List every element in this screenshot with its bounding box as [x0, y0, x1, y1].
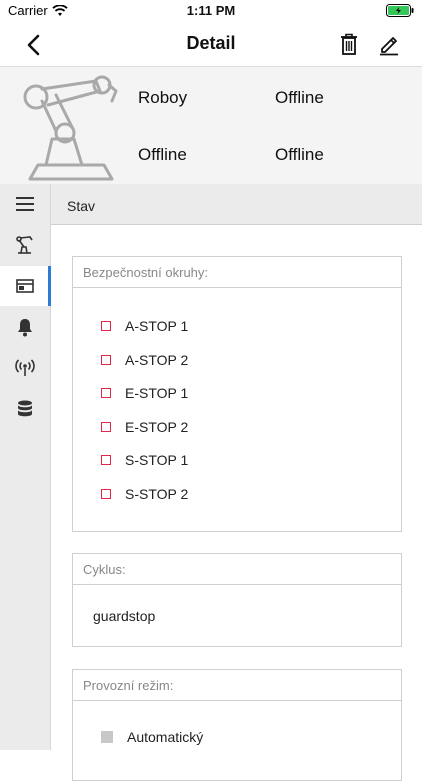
- main-content: Bezpečnostní okruhy: A-STOP 1 A-STOP 2 E…: [51, 225, 422, 781]
- robot-arm-image: [12, 71, 122, 188]
- safety-item-label: A-STOP 1: [125, 318, 189, 334]
- checkbox-icon: [101, 455, 111, 465]
- edit-icon[interactable]: [376, 31, 402, 57]
- trash-icon[interactable]: [336, 31, 362, 57]
- sidebar-item-robot[interactable]: [0, 225, 50, 265]
- safety-item[interactable]: S-STOP 1: [101, 451, 188, 469]
- safety-item[interactable]: A-STOP 1: [101, 317, 188, 335]
- status-bar: Carrier 1:11 PM: [0, 0, 422, 22]
- sidebar-item-connection[interactable]: [0, 348, 50, 388]
- navigation-bar: Detail: [0, 22, 422, 66]
- cycle-card: Cyklus: guardstop: [72, 553, 402, 647]
- mode-item-label: Automatický: [127, 729, 204, 745]
- device-status: Offline: [275, 145, 324, 164]
- card-header: Provozní režim:: [73, 670, 401, 701]
- robot-icon: [16, 236, 33, 254]
- sidebar-item-menu[interactable]: [0, 184, 50, 224]
- device-status: Offline: [275, 88, 324, 107]
- safety-item[interactable]: A-STOP 2: [101, 351, 188, 369]
- checkbox-icon: [101, 321, 111, 331]
- device-name: Roboy: [138, 88, 188, 107]
- safety-item-label: A-STOP 2: [125, 352, 189, 368]
- safety-item[interactable]: E-STOP 2: [101, 418, 188, 436]
- antenna-icon: [15, 359, 35, 376]
- checkbox-icon: [101, 489, 111, 499]
- safety-item-label: S-STOP 2: [125, 486, 189, 502]
- bell-icon: [18, 319, 32, 337]
- menu-icon: [16, 197, 34, 211]
- checkbox-icon: [101, 355, 111, 365]
- operating-mode-card: Provozní režim: Automatický: [72, 669, 402, 781]
- card-title: Bezpečnostní okruhy:: [83, 265, 209, 280]
- checkbox-icon: [101, 731, 113, 743]
- section-title: Stav: [67, 198, 96, 214]
- battery-icon: [386, 4, 414, 22]
- card-title: Provozní režim:: [83, 678, 174, 693]
- sidebar-item-status[interactable]: [0, 266, 51, 306]
- clock: 1:11 PM: [186, 3, 236, 18]
- mode-item[interactable]: Automatický: [101, 728, 203, 746]
- safety-item-label: E-STOP 1: [125, 385, 189, 401]
- section-header: Stav: [51, 184, 422, 225]
- card-header: Cyklus:: [73, 554, 401, 585]
- checkbox-icon: [101, 388, 111, 398]
- checkbox-icon: [101, 422, 111, 432]
- sidebar-item-alarms[interactable]: [0, 307, 50, 347]
- safety-circuits-card: Bezpečnostní okruhy: A-STOP 1 A-STOP 2 E…: [72, 256, 402, 532]
- sidebar: [0, 184, 51, 750]
- sidebar-item-data[interactable]: [0, 389, 50, 429]
- safety-item-label: S-STOP 1: [125, 452, 189, 468]
- cycle-value: guardstop: [93, 608, 156, 624]
- database-icon: [18, 400, 32, 417]
- safety-item-label: E-STOP 2: [125, 419, 189, 435]
- device-header: Roboy Offline Offline Offline: [0, 66, 422, 185]
- safety-item[interactable]: S-STOP 2: [101, 485, 188, 503]
- safety-item[interactable]: E-STOP 1: [101, 384, 188, 402]
- card-header: Bezpečnostní okruhy:: [73, 257, 401, 288]
- window-icon: [16, 279, 34, 293]
- device-status: Offline: [138, 145, 187, 164]
- card-title: Cyklus:: [83, 562, 126, 577]
